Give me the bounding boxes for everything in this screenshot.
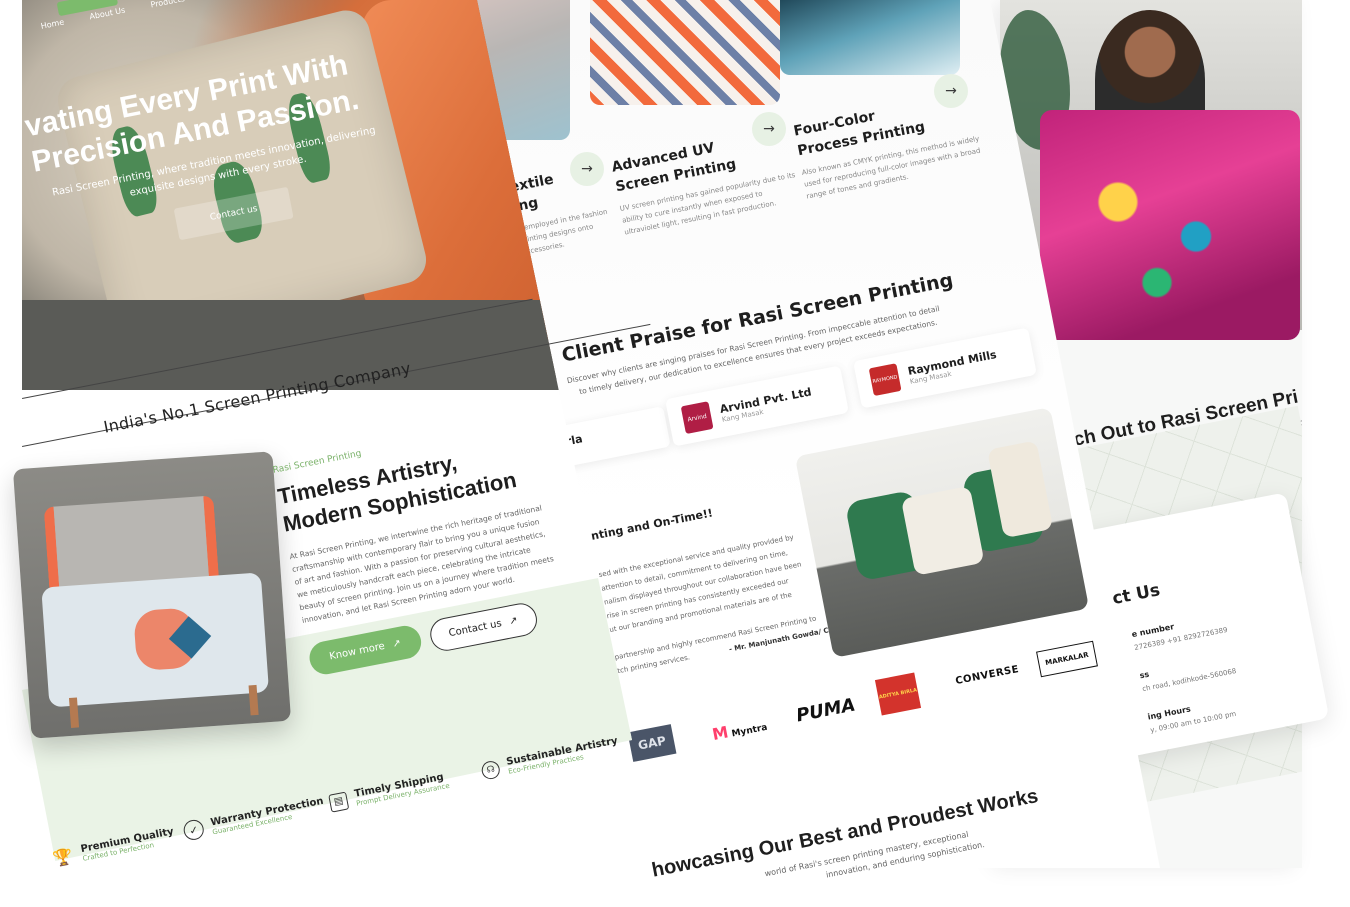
textile-photo xyxy=(1000,0,1302,340)
cactus-pillow xyxy=(900,485,985,576)
arrow-up-right-icon: ↗ xyxy=(391,637,402,651)
check-circle-icon: ✓ xyxy=(182,818,206,842)
service-image-fourcolor xyxy=(780,0,960,75)
address-label: ss xyxy=(1138,669,1150,681)
brand-aditya-birla: ADITYA BIRLA xyxy=(874,672,922,716)
paisley-scarf xyxy=(1040,110,1300,340)
address-value: ch road, kodihkode-560068 xyxy=(1141,667,1238,694)
arvind-logo: Arvind xyxy=(680,401,714,435)
service-image-uv xyxy=(590,0,780,105)
arrow-right-icon[interactable]: → xyxy=(570,152,604,186)
arrow-up-right-icon: ↗ xyxy=(508,615,519,628)
arrow-right-icon[interactable]: → xyxy=(752,112,786,146)
trophy-icon: 🏆 xyxy=(51,845,75,868)
arrow-right-icon[interactable]: → xyxy=(934,74,968,108)
chair-photo xyxy=(12,451,292,739)
raymond-logo: RAYMOND xyxy=(868,363,902,397)
headset-icon: ☊ xyxy=(480,759,502,781)
mockup-stage: ch Out to Rasi Screen Pri questions or r… xyxy=(0,0,1350,907)
contact-heading: ct Us xyxy=(1110,580,1162,610)
box-icon: ▤ xyxy=(328,791,350,813)
